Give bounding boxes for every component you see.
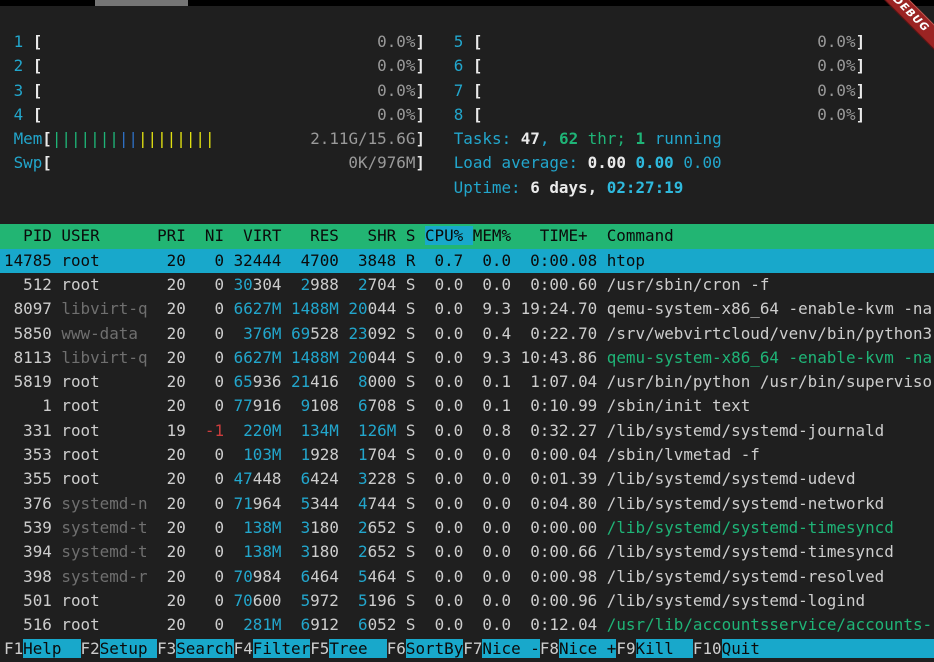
mem-buffer-bars: ||	[119, 129, 138, 148]
process-row-355[interactable]: 355 root 20 0 47448 6424 3228 S 0.0 0.0 …	[0, 467, 934, 491]
search-button[interactable]: Search	[176, 639, 233, 658]
swap-value: 0K/976M	[52, 153, 416, 172]
cpu1-label: 1	[14, 32, 24, 51]
process-row-512[interactable]: 512 root 20 0 30304 2988 2704 S 0.0 0.0 …	[0, 273, 934, 297]
filter-button[interactable]: Filter	[253, 639, 310, 658]
load-label: Load average:	[454, 153, 588, 172]
column-headers-right[interactable]: MEM% TIME+ Command	[473, 226, 674, 245]
function-key-bar: F1Help F2Setup F3SearchF4FilterF5Tree F6…	[0, 637, 934, 661]
uptime-label: Uptime:	[454, 178, 531, 197]
uptime-line: Uptime: 6 days, 02:27:19	[0, 176, 934, 200]
column-headers-left[interactable]: PID USER PRI NI VIRT RES SHR S	[4, 226, 425, 245]
process-row-8113[interactable]: 8113 libvirt-q 20 0 6627M 1488M 20044 S …	[0, 346, 934, 370]
process-row-501[interactable]: 501 root 20 0 70600 5972 5196 S 0.0 0.0 …	[0, 589, 934, 613]
process-row-331[interactable]: 331 root 19 -1 220M 134M 126M S 0.0 0.8 …	[0, 419, 934, 443]
cpu6-value: 0.0%	[482, 56, 855, 75]
f9-key[interactable]: F9	[616, 639, 635, 658]
f2-key[interactable]: F2	[81, 639, 100, 658]
cpu7-value: 0.0%	[482, 81, 855, 100]
help-button[interactable]: Help	[23, 639, 80, 658]
process-row-8097[interactable]: 8097 libvirt-q 20 0 6627M 1488M 20044 S …	[0, 297, 934, 321]
cpu2-label: 2	[14, 56, 24, 75]
kill-button[interactable]: Kill	[636, 639, 693, 658]
cpu4-label: 4	[14, 105, 24, 124]
sortby-button[interactable]: SortBy	[406, 639, 463, 658]
cpu3-label: 3	[14, 81, 24, 100]
selected-row-text: 14785 root 20 0 32444 4700 3848 R 0.7 0.…	[4, 251, 645, 270]
cpu4-value: 0.0%	[42, 105, 415, 124]
uptime-days: 6 days,	[530, 178, 607, 197]
uptime-time: 02:27:19	[607, 178, 684, 197]
column-header-cpu-sort[interactable]: CPU%	[425, 226, 473, 245]
swap-label: Swp	[14, 153, 43, 172]
nice-plus-button[interactable]: Nice +	[559, 639, 616, 658]
process-row-539[interactable]: 539 systemd-t 20 0 138M 3180 2652 S 0.0 …	[0, 516, 934, 540]
swap-meter-and-load: Swp[ 0K/976M] Load average: 0.00 0.00 0.…	[0, 151, 934, 175]
load-15min: 0.00	[683, 153, 721, 172]
mem-label: Mem	[14, 129, 43, 148]
tasks-label: Tasks:	[454, 129, 521, 148]
f1-key[interactable]: F1	[4, 639, 23, 658]
process-row-selected-14785[interactable]: 14785 root 20 0 32444 4700 3848 R 0.7 0.…	[0, 249, 934, 273]
f3-key[interactable]: F3	[157, 639, 176, 658]
cpu6-label: 6	[454, 56, 464, 75]
cpu7-label: 7	[454, 81, 464, 100]
load-5min: 0.00	[635, 153, 683, 172]
load-1min: 0.00	[588, 153, 636, 172]
tree-button[interactable]: Tree	[329, 639, 386, 658]
cpu5-label: 5	[454, 32, 464, 51]
mem-value: 2.11G/15.6G	[215, 129, 416, 148]
mem-cache-bars: ||||||||	[138, 129, 215, 148]
f6-key[interactable]: F6	[387, 639, 406, 658]
f4-key[interactable]: F4	[234, 639, 253, 658]
f5-key[interactable]: F5	[310, 639, 329, 658]
f7-key[interactable]: F7	[463, 639, 482, 658]
cpu1-value: 0.0%	[42, 32, 415, 51]
terminal-window: 1 [ 0.0%] 5 [ 0.0%] 2 [ 0.0%] 6 [ 0.0%] …	[0, 0, 934, 662]
process-row-398[interactable]: 398 systemd-r 20 0 70984 6464 5464 S 0.0…	[0, 565, 934, 589]
cpu-meters-2-6: 2 [ 0.0%] 6 [ 0.0%]	[0, 54, 934, 78]
cpu-meters-1-5: 1 [ 0.0%] 5 [ 0.0%]	[0, 30, 934, 54]
tasks-count: 47	[521, 129, 540, 148]
cpu-meters-3-7: 3 [ 0.0%] 7 [ 0.0%]	[0, 79, 934, 103]
table-header: PID USER PRI NI VIRT RES SHR S CPU% MEM%…	[0, 224, 934, 248]
process-row-1[interactable]: 1 root 20 0 77916 9108 6708 S 0.0 0.1 0:…	[0, 394, 934, 418]
quit-button[interactable]: Quit	[722, 639, 934, 658]
mem-used-bars: |||||||	[52, 129, 119, 148]
process-row-353[interactable]: 353 root 20 0 103M 1928 1704 S 0.0 0.0 0…	[0, 443, 934, 467]
mem-meter-and-tasks: Mem[||||||||||||||||| 2.11G/15.6G] Tasks…	[0, 127, 934, 151]
cpu8-value: 0.0%	[482, 105, 855, 124]
running-count: 1	[636, 129, 646, 148]
terminal: 1 [ 0.0%] 5 [ 0.0%] 2 [ 0.0%] 6 [ 0.0%] …	[0, 0, 934, 662]
process-row-5819[interactable]: 5819 root 20 0 65936 21416 8000 S 0.0 0.…	[0, 370, 934, 394]
threads-count: 62	[559, 129, 578, 148]
cpu-meters-4-8: 4 [ 0.0%] 8 [ 0.0%]	[0, 103, 934, 127]
f8-key[interactable]: F8	[540, 639, 559, 658]
setup-button[interactable]: Setup	[100, 639, 157, 658]
cpu5-value: 0.0%	[482, 32, 855, 51]
process-row-394[interactable]: 394 systemd-t 20 0 138M 3180 2652 S 0.0 …	[0, 540, 934, 564]
spacer-line	[0, 200, 934, 224]
process-row-376[interactable]: 376 systemd-n 20 0 71964 5344 4744 S 0.0…	[0, 492, 934, 516]
process-row-516[interactable]: 516 root 20 0 281M 6912 6052 S 0.0 0.0 0…	[0, 613, 934, 637]
cpu2-value: 0.0%	[42, 56, 415, 75]
nice-minus-button[interactable]: Nice -	[482, 639, 539, 658]
cpu8-label: 8	[454, 105, 464, 124]
f10-key[interactable]: F10	[693, 639, 722, 658]
cpu3-value: 0.0%	[42, 81, 415, 100]
process-row-5850[interactable]: 5850 www-data 20 0 376M 69528 23092 S 0.…	[0, 322, 934, 346]
